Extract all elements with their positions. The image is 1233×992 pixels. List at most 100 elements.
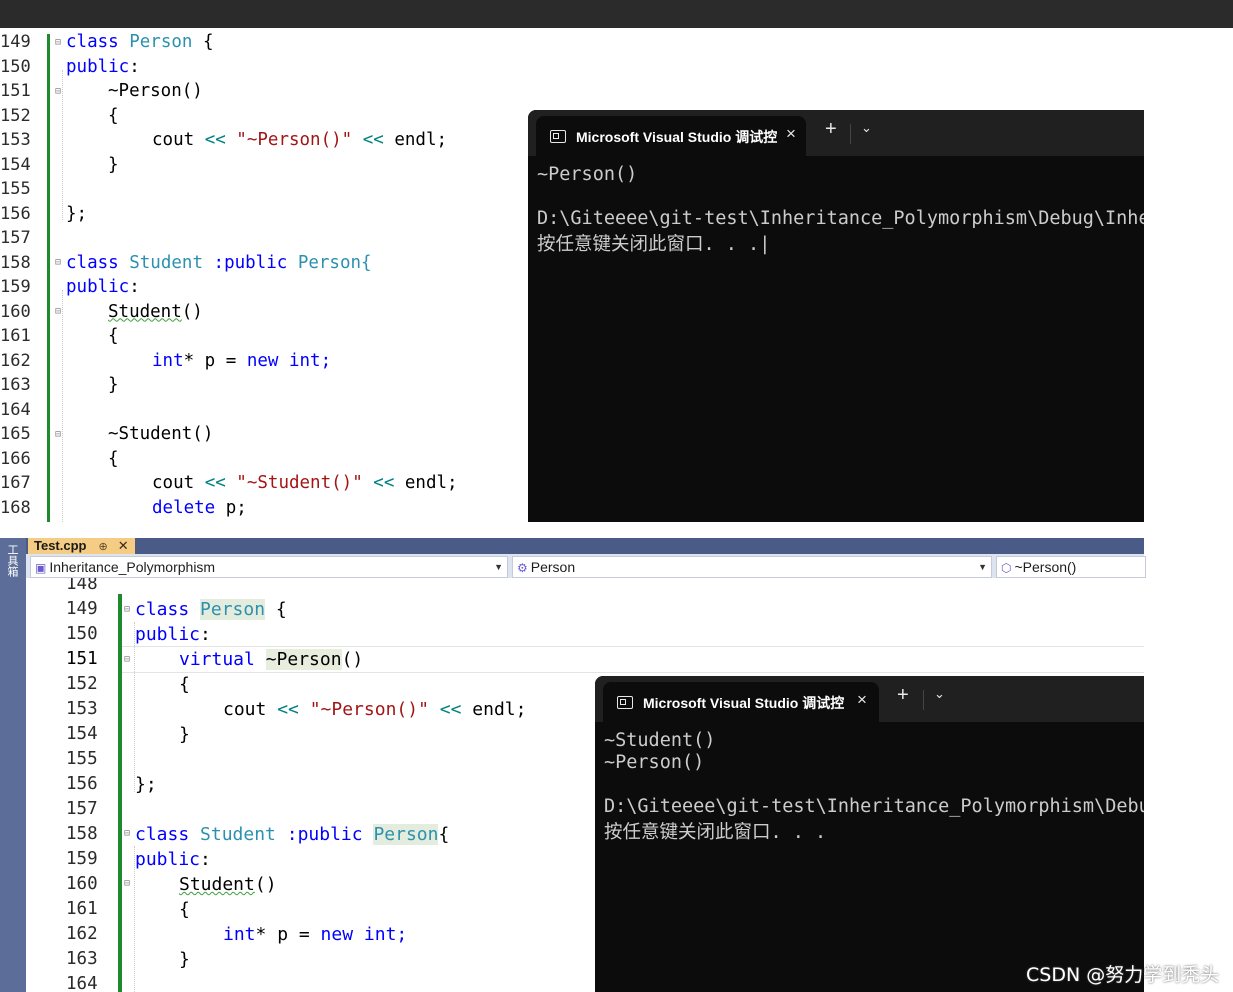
line-number: 149: [66, 599, 98, 619]
debug-console-window-2[interactable]: Microsoft Visual Studio 调试控 × + ⌄ ~Stude…: [595, 676, 1144, 992]
line-number: 166: [0, 448, 31, 469]
chevron-down-icon: ▼: [494, 562, 503, 572]
console-tab-bar: Microsoft Visual Studio 调试控 × + ⌄: [528, 110, 1144, 156]
code-line: {: [108, 105, 119, 126]
line-number: 148: [66, 578, 98, 594]
change-marker-bar: [118, 594, 122, 992]
line-number: 155: [66, 749, 98, 769]
line-number: 162: [66, 924, 98, 944]
pin-icon[interactable]: ⊕: [99, 541, 108, 553]
project-icon: ▣: [35, 561, 47, 575]
code-line: }: [108, 154, 119, 175]
collapse-icon[interactable]: ⊟: [55, 429, 61, 440]
line-number: 152: [66, 674, 98, 694]
indent-guide: [62, 70, 63, 220]
close-icon[interactable]: ✕: [118, 538, 129, 553]
line-number: 150: [0, 56, 31, 77]
tab-test-cpp[interactable]: Test.cpp ⊕ ✕: [28, 538, 135, 554]
class-dropdown-label: Person: [530, 559, 576, 575]
new-tab-icon[interactable]: +: [825, 118, 837, 141]
chevron-down-icon[interactable]: ⌄: [861, 120, 872, 136]
code-line: class Student :public Person{: [135, 824, 450, 845]
close-icon[interactable]: ×: [857, 690, 867, 710]
collapse-icon[interactable]: ⊟: [124, 654, 130, 665]
terminal-icon: [550, 130, 566, 143]
indent-guide: [134, 622, 135, 792]
code-line: virtual ~Person(): [179, 649, 364, 670]
code-line: delete p;: [152, 497, 247, 518]
collapse-icon[interactable]: ⊟: [124, 828, 130, 839]
toolbox-sidebar[interactable]: 工具箱: [0, 538, 26, 992]
console-output-line: 按任意键关闭此窗口. . .: [604, 822, 827, 843]
chevron-down-icon: ▼: [978, 562, 987, 572]
line-number: 153: [0, 130, 31, 150]
code-line: }: [108, 375, 119, 395]
console-tab-title: Microsoft Visual Studio 调试控: [576, 129, 778, 145]
chevron-down-icon[interactable]: ⌄: [934, 686, 945, 702]
code-line: class Student :public Person{: [66, 252, 372, 273]
console-tab[interactable]: Microsoft Visual Studio 调试控 ×: [603, 682, 879, 722]
line-number: 158: [0, 252, 31, 273]
code-line: public:: [135, 849, 211, 870]
project-dropdown[interactable]: ▣ Inheritance_Polymorphism ▼: [30, 556, 508, 578]
divider: [850, 124, 851, 144]
collapse-icon[interactable]: ⊟: [124, 604, 130, 615]
debug-console-window[interactable]: Microsoft Visual Studio 调试控 × + ⌄ ~Perso…: [528, 110, 1144, 522]
method-icon: ⬡: [1001, 561, 1012, 575]
line-number: 159: [66, 849, 98, 869]
code-line: }: [179, 724, 190, 745]
line-number: 154: [0, 154, 31, 175]
code-line: int* p = new int;: [152, 350, 332, 371]
watermark: CSDN @努力学到秃头: [1026, 964, 1220, 986]
line-number: 151: [0, 81, 31, 101]
line-number: 162: [0, 350, 31, 371]
new-tab-icon[interactable]: +: [897, 684, 909, 707]
line-number: 159: [0, 277, 31, 297]
line-number: 163: [0, 375, 31, 395]
class-dropdown[interactable]: ⚙ Person ▼: [512, 556, 992, 578]
collapse-icon[interactable]: ⊟: [55, 86, 61, 97]
terminal-icon: [617, 696, 633, 709]
collapse-icon[interactable]: ⊟: [55, 257, 61, 268]
code-line: {: [108, 448, 119, 469]
line-number: 161: [0, 326, 31, 346]
document-tab-strip: Test.cpp ⊕ ✕: [26, 538, 1144, 554]
collapse-icon[interactable]: ⊟: [55, 306, 61, 317]
line-number: 160: [66, 874, 98, 894]
line-number: 157: [66, 799, 98, 819]
code-line: public:: [66, 56, 140, 77]
code-line: cout << "~Person()" << endl;: [223, 699, 527, 720]
collapse-icon[interactable]: ⊟: [55, 37, 61, 48]
code-line: class Person {: [135, 599, 287, 620]
code-line: cout << "~Person()" << endl;: [152, 130, 448, 150]
line-number: 149: [0, 32, 31, 52]
member-dropdown[interactable]: ⬡ ~Person(): [996, 556, 1146, 578]
console-output-line: D:\Giteeee\git-test\Inheritance_Polymorp…: [604, 796, 1144, 817]
code-line: int* p = new int;: [223, 924, 408, 945]
line-number: 165: [0, 424, 31, 444]
indent-guide: [62, 290, 63, 522]
console-output-line: ~Person(): [604, 752, 705, 773]
code-line: {: [179, 899, 190, 920]
console-tab-bar: Microsoft Visual Studio 调试控 × + ⌄: [595, 676, 1144, 722]
line-number: 153: [66, 699, 98, 719]
code-line: public:: [135, 624, 211, 645]
line-number: 155: [0, 179, 31, 199]
code-line: {: [179, 674, 190, 695]
code-line: }: [179, 949, 190, 970]
line-number: 163: [66, 949, 98, 969]
line-number: 161: [66, 899, 98, 919]
line-number: 158: [66, 824, 98, 844]
toolbox-label: 工具箱: [6, 544, 18, 577]
code-line: Student(): [108, 301, 203, 322]
code-line: {: [108, 326, 119, 346]
console-tab[interactable]: Microsoft Visual Studio 调试控 ×: [536, 116, 806, 156]
line-number: 150: [66, 624, 98, 644]
collapse-icon[interactable]: ⊟: [124, 878, 130, 889]
code-line: public:: [66, 277, 140, 297]
code-line: class Person {: [66, 32, 214, 52]
close-icon[interactable]: ×: [786, 124, 796, 144]
code-line: ~Person(): [108, 81, 203, 101]
line-number: 160: [0, 301, 31, 322]
navigation-bar: ▣ Inheritance_Polymorphism ▼ ⚙ Person ▼ ⬡ ~Pe…: [26, 554, 1146, 579]
